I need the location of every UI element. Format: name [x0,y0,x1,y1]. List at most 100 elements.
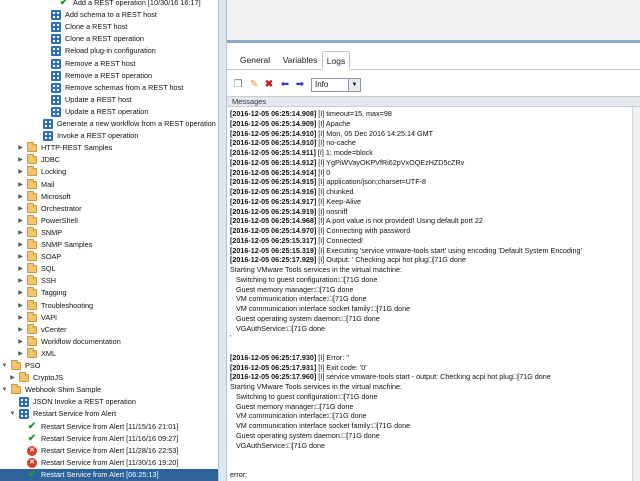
expand-right-icon[interactable]: ▶ [16,227,25,239]
log-line: Switching to guest configuration:□[71G d… [236,392,377,402]
tab-logs[interactable]: Logs [322,51,350,70]
tree-item[interactable]: ✔ Restart Service from Alert [06:25:13] [0,468,218,481]
tree-item[interactable]: ▶ Orchestrator [0,202,218,215]
tree-item[interactable]: JSON Invoke a REST operation [0,396,218,408]
tree-item[interactable]: ▶ SOAP [0,251,218,263]
log-timestamp: [2016-12-05 06:25:14.914] [230,167,317,177]
log-timestamp: [2016-12-05 06:25:17.931] [230,362,317,372]
tree-item[interactable]: ✕ Restart Service from Alert [11/28/16 22… [0,445,218,457]
tree-item-label: HTTP-REST Samples [41,143,113,153]
tree-item[interactable]: ▶ CryptoJS [0,372,218,384]
log-text: [I] Apache [316,118,351,128]
tree-item[interactable]: Update a REST operation [0,106,218,118]
tree-item[interactable]: ▶ Workflow documentation [0,335,218,348]
error-icon: ✕ [27,457,37,468]
workflow-icon [19,409,29,420]
tree-item[interactable]: Update a REST host [0,94,218,106]
chevron-down-icon[interactable]: ▼ [348,79,360,91]
tree-item[interactable]: ✕ Restart Service from Alert [11/30/16 19… [0,457,218,469]
log-line: [2016-12-05 06:25:17.929] [I] Output: ' … [230,255,466,265]
tree-item[interactable]: ▶ SSH [0,275,218,287]
tree-item[interactable]: ▶ vCenter [0,323,218,336]
tree-item[interactable]: Remove schemas from a REST host [0,82,218,94]
delete-icon[interactable]: ✖ [263,79,275,91]
tree-item[interactable]: ▼ Restart Service from Alert [0,408,218,420]
expand-right-icon[interactable]: ▶ [16,203,25,215]
folder-icon [27,263,37,274]
tree-item[interactable]: Clone a REST host [0,21,218,33]
log-line: [2016-12-05 06:25:14.912] [I] YgPiWVayOK… [230,158,464,168]
expand-right-icon[interactable]: ▶ [16,348,25,360]
tree-item[interactable]: ▶ JDBC [0,154,218,166]
tree-item[interactable]: ▶ Locking [0,166,218,178]
tree-item[interactable]: ▶ VAPI [0,311,218,324]
tree-item-label: Restart Service from Alert [11/15/16 21:… [41,421,179,431]
tree-item-label: Remove schemas from a REST host [65,82,184,92]
tree-item[interactable]: ▼ Webhook Shim Sample [0,384,218,396]
expand-right-icon[interactable]: ▶ [16,215,25,227]
log-text: Switching to guest configuration:□[71G d… [236,391,378,401]
tree-item[interactable]: ▶ Microsoft [0,190,218,203]
tree-item[interactable]: ▶ Tagging [0,287,218,299]
tree-item[interactable]: ▶ XML [0,347,218,360]
workflow-icon [43,131,53,142]
expand-right-icon[interactable]: ▶ [16,191,25,203]
log-level-select[interactable]: Info ▼ [311,78,361,92]
tree-item[interactable]: ▶ SNMP Samples [0,239,218,251]
expand-right-icon[interactable]: ▶ [16,154,25,166]
tree-item[interactable]: ▶ PowerShell [0,214,218,227]
tree-item[interactable]: ▶ HTTP-REST Samples [0,142,218,154]
log-timestamp: [2016-12-05 06:25:14.968] [230,216,317,226]
tree-item[interactable]: ▶ SQL [0,263,218,275]
log-text: [I] Keep-Alive [316,196,362,206]
pencil-icon[interactable]: ✎ [248,79,260,91]
expand-down-icon[interactable]: ▼ [0,360,9,372]
tree-item[interactable]: ✔ Restart Service from Alert [11/16/16 09… [0,433,218,445]
log-line: VGAuthService:□[71G done [236,324,325,334]
tree-item[interactable]: ▶ Troubleshooting [0,299,218,312]
tree-item[interactable]: Remove a REST operation [0,70,218,82]
folder-icon [27,335,37,346]
arrow-right-icon[interactable]: ➡ [294,79,306,91]
workflow-icon [51,106,61,117]
expand-right-icon[interactable]: ▶ [16,287,25,299]
log-line: [2016-12-05 06:25:14.916] [I] chunked [230,187,353,197]
expand-right-icon[interactable]: ▶ [16,263,25,275]
tree-item-label: SSH [41,276,57,286]
expand-right-icon[interactable]: ▶ [16,251,25,263]
tree-item[interactable]: Generate a new workflow from a REST oper… [0,118,218,130]
expand-right-icon[interactable]: ▶ [16,142,25,154]
tree-item[interactable]: Clone a REST operation [0,33,218,45]
expand-down-icon[interactable]: ▼ [8,408,17,420]
tree-item[interactable]: ▶ SNMP [0,226,218,239]
expand-right-icon[interactable]: ▶ [16,336,25,348]
tree-item[interactable]: Remove a REST host [0,58,218,70]
log-scrollbar[interactable] [632,107,640,481]
log-text: VM communication interface socket family… [236,304,411,313]
folder-icon [27,287,37,298]
tree-item[interactable]: ▶ Mail [0,178,218,191]
tree-item[interactable]: ✔ Restart Service from Alert [11/15/16 21… [0,421,218,433]
arrow-left-icon[interactable]: ⬅ [279,79,291,91]
copy-icon[interactable]: ❐ [232,79,244,91]
expand-right-icon[interactable]: ▶ [16,179,25,191]
expand-right-icon[interactable]: ▶ [16,300,25,312]
expand-right-icon[interactable]: ▶ [16,324,25,336]
tab-variables[interactable]: Variables [277,51,323,70]
expand-down-icon[interactable]: ▼ [0,384,9,396]
expand-right-icon[interactable]: ▶ [16,166,25,178]
expand-right-icon[interactable]: ▶ [16,239,25,251]
tree-item[interactable]: Invoke a REST operation [0,130,218,142]
expand-right-icon[interactable]: ▶ [16,312,25,324]
panel-splitter[interactable] [218,0,227,481]
tree-item[interactable]: ▼ PSO [0,360,218,372]
tree-item-label: SNMP [41,227,63,237]
expand-right-icon[interactable]: ▶ [8,372,17,384]
tab-general[interactable]: General [236,51,274,70]
log-line: VGAuthService:□[71G done [236,441,325,451]
log-text: [I] A port value is not provided! Using … [316,216,483,226]
tree-item[interactable]: Add schema to a REST host [0,9,218,21]
expand-right-icon[interactable]: ▶ [16,275,25,287]
tree-item[interactable]: ✔ Add a REST operation [10/30/16 16:17] [0,0,218,9]
tree-item[interactable]: Reload plug-in configuration [0,45,218,57]
